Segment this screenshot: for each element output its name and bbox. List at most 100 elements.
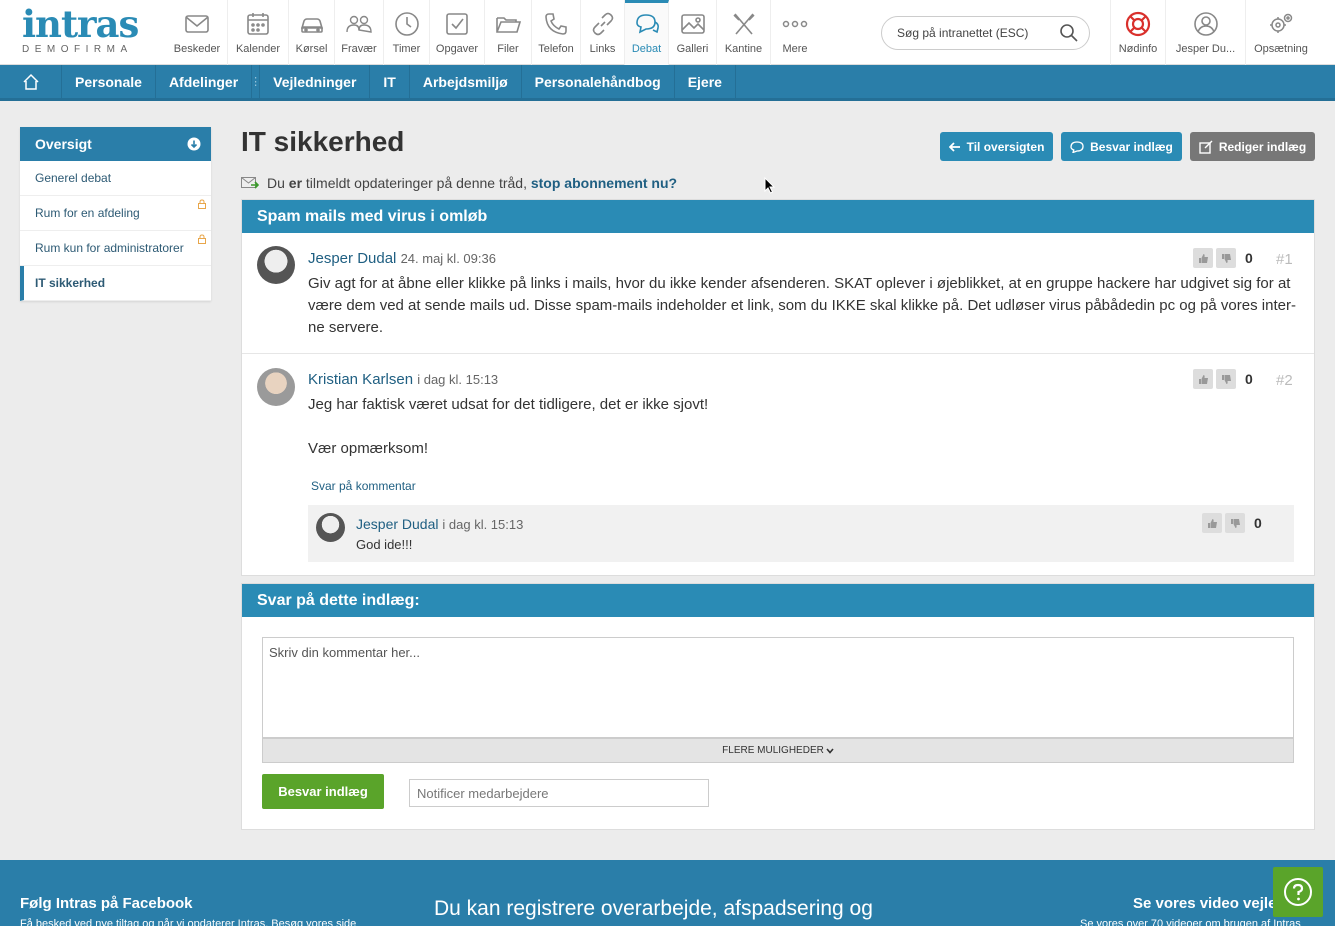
thumbs-up-icon[interactable] bbox=[1202, 513, 1222, 533]
post-author[interactable]: Jesper Dudal 24. maj kl. 09:36 bbox=[308, 250, 496, 267]
sidebar-item-it-sikkerhed[interactable]: IT sikkerhed bbox=[20, 266, 211, 301]
nav-kalender[interactable]: Kalender bbox=[228, 0, 289, 65]
author-name[interactable]: Kristian Karlsen bbox=[308, 371, 413, 388]
more-options-label: FLERE MULIGHEDER bbox=[722, 745, 824, 756]
calendar-icon bbox=[247, 13, 269, 35]
thumbs-up-icon[interactable] bbox=[1193, 248, 1213, 268]
notify-employees-input[interactable]: Notificer medarbejdere bbox=[409, 779, 709, 807]
sidebar-header[interactable]: Oversigt bbox=[20, 127, 211, 161]
utensils-icon bbox=[732, 13, 755, 35]
chat-icon bbox=[1070, 140, 1084, 153]
nav-user[interactable]: Jesper Du... bbox=[1166, 0, 1246, 65]
thumbs-down-icon[interactable] bbox=[1216, 248, 1236, 268]
nav-label: Mere bbox=[782, 43, 808, 55]
search-input[interactable]: Søg på intranettet (ESC) bbox=[881, 16, 1090, 50]
nav-fravaer[interactable]: Fravær bbox=[335, 0, 384, 65]
logo[interactable]: intras DEMOFIRMA bbox=[22, 6, 147, 56]
nav-label: Kalender bbox=[235, 43, 281, 55]
mainnav-personale[interactable]: Personale bbox=[62, 65, 156, 98]
post: Kristian Karlsen i dag kl. 15:13 0 #2 Je… bbox=[242, 354, 1314, 577]
more-options-toggle[interactable]: FLERE MULIGHEDER bbox=[262, 738, 1294, 763]
sidebar-item-rum-admin[interactable]: Rum kun for administratorer bbox=[20, 231, 211, 266]
comment-textarea[interactable]: Skriv din kommentar her... bbox=[262, 637, 1294, 738]
car-icon bbox=[300, 18, 323, 33]
nav-telefon[interactable]: Telefon bbox=[532, 0, 581, 65]
post-author[interactable]: Kristian Karlsen i dag kl. 15:13 bbox=[308, 371, 498, 388]
author-name[interactable]: Jesper Dudal bbox=[356, 516, 439, 532]
nav-filer[interactable]: Filer bbox=[485, 0, 532, 65]
footer-video-text: Se vores over 70 videoer om brugen af In… bbox=[1080, 918, 1301, 926]
home-button[interactable] bbox=[0, 65, 62, 98]
main-nav: Personale Afdelinger ⋮ Vejledninger IT A… bbox=[0, 65, 1335, 101]
gears-icon bbox=[1270, 13, 1293, 33]
lifebuoy-icon bbox=[1125, 11, 1151, 37]
mainnav-vejledninger[interactable]: Vejledninger bbox=[260, 65, 371, 98]
nav-label: Nødinfo bbox=[1118, 43, 1158, 55]
arrow-left-icon bbox=[948, 141, 960, 152]
nav-label: Galleri bbox=[676, 43, 709, 55]
avatar[interactable] bbox=[316, 513, 345, 542]
mainnav-ejere[interactable]: Ejere bbox=[675, 65, 736, 98]
footer-tip: Du kan registrere overarbejde, afspadser… bbox=[434, 897, 873, 920]
sidebar-title: Oversigt bbox=[35, 136, 92, 152]
mainnav-personalehandbog[interactable]: Personalehåndbog bbox=[522, 65, 675, 98]
vote-count: 0 bbox=[1245, 250, 1253, 266]
sidebar-item-label: Rum kun for administratorer bbox=[35, 241, 184, 255]
reply-title: Svar på dette indlæg: bbox=[242, 584, 1314, 617]
thread-panel: Spam mails med virus i omløb Jesper Duda… bbox=[241, 199, 1315, 576]
nav-label: Telefon bbox=[538, 43, 574, 55]
submit-reply-button[interactable]: Besvar indlæg bbox=[262, 774, 384, 809]
post-text: Giv agt for at åbne eller klikke på link… bbox=[308, 275, 1296, 336]
help-button[interactable] bbox=[1273, 867, 1323, 917]
nav-korsel[interactable]: Kørsel bbox=[289, 0, 335, 65]
sidebar: Oversigt Generel debat Rum for en afdeli… bbox=[20, 127, 211, 301]
post-text: Jeg har faktisk været udsat for det tidl… bbox=[308, 396, 709, 413]
footer-video-title[interactable]: Se vores video vejled bbox=[1133, 895, 1286, 912]
stop-subscription-link[interactable]: stop abonnement nu? bbox=[531, 175, 677, 191]
link-icon bbox=[592, 12, 613, 36]
reply-to-comment-link[interactable]: Svar på kommentar bbox=[311, 479, 416, 493]
nav-beskeder[interactable]: Beskeder bbox=[167, 0, 228, 65]
comment-author[interactable]: Jesper Dudal i dag kl. 15:13 bbox=[356, 516, 523, 532]
nav-label: Filer bbox=[497, 43, 519, 55]
sidebar-item-rum-afdeling[interactable]: Rum for en afdeling bbox=[20, 196, 211, 231]
nav-opgaver[interactable]: Opgaver bbox=[430, 0, 485, 65]
thumbs-up-icon[interactable] bbox=[1193, 369, 1213, 389]
mail-forward-icon bbox=[241, 177, 259, 189]
avatar[interactable] bbox=[257, 246, 295, 284]
nav-kantine[interactable]: Kantine bbox=[717, 0, 771, 65]
comment: Jesper Dudal i dag kl. 15:13 God ide!!! … bbox=[308, 505, 1294, 562]
reply-post-button[interactable]: Besvar indlæg bbox=[1061, 132, 1182, 161]
back-to-overview-button[interactable]: Til oversigten bbox=[940, 132, 1053, 161]
nav-debat[interactable]: Debat bbox=[625, 0, 669, 65]
search-icon[interactable] bbox=[1059, 23, 1079, 43]
author-name[interactable]: Jesper Dudal bbox=[308, 250, 396, 267]
textarea-placeholder: Skriv din kommentar her... bbox=[269, 645, 420, 660]
comment-date: i dag kl. 15:13 bbox=[442, 517, 524, 532]
mainnav-arbejdsmiljo[interactable]: Arbejdsmiljø bbox=[410, 65, 522, 98]
drag-handle-icon[interactable]: ⋮ bbox=[250, 65, 261, 98]
thumbs-down-icon[interactable] bbox=[1216, 369, 1236, 389]
nav-nodinfo[interactable]: Nødinfo bbox=[1110, 0, 1166, 65]
clock-icon bbox=[394, 12, 419, 36]
nav-opsaetning[interactable]: Opsætning bbox=[1246, 0, 1316, 65]
chat-icon bbox=[635, 14, 659, 34]
collapse-icon[interactable] bbox=[187, 137, 201, 151]
button-label: Besvar indlæg bbox=[1090, 139, 1173, 154]
mainnav-afdelinger[interactable]: Afdelinger bbox=[156, 65, 253, 98]
sidebar-item-generel-debat[interactable]: Generel debat bbox=[20, 161, 211, 196]
mainnav-it[interactable]: IT bbox=[370, 65, 410, 98]
nav-mere[interactable]: Mere bbox=[771, 0, 819, 65]
page-title: IT sikkerhed bbox=[241, 126, 405, 157]
nav-timer[interactable]: Timer bbox=[384, 0, 430, 65]
post-number[interactable]: #2 bbox=[1276, 372, 1293, 389]
edit-post-button[interactable]: Rediger indlæg bbox=[1190, 132, 1315, 161]
nav-links[interactable]: Links bbox=[581, 0, 625, 65]
nav-galleri[interactable]: Galleri bbox=[669, 0, 717, 65]
lock-icon bbox=[198, 234, 206, 244]
sidebar-item-label: Generel debat bbox=[35, 171, 112, 185]
thumbs-down-icon[interactable] bbox=[1225, 513, 1245, 533]
post-number[interactable]: #1 bbox=[1276, 251, 1293, 268]
post-date: i dag kl. 15:13 bbox=[417, 372, 499, 387]
avatar[interactable] bbox=[257, 368, 295, 406]
